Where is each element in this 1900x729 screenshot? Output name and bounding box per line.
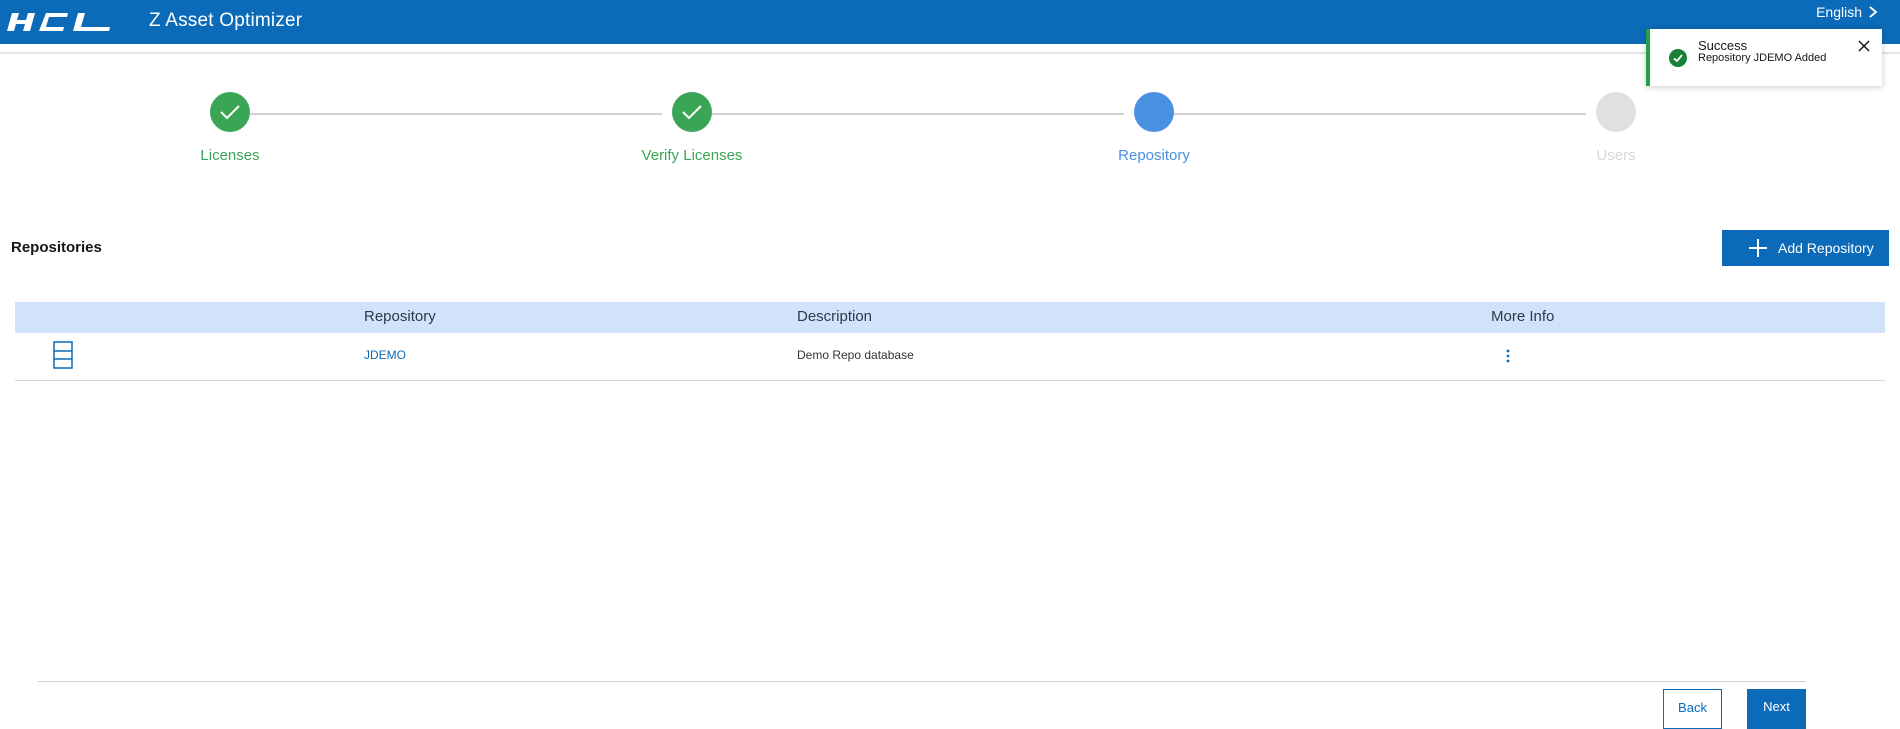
progress-stepper: Licenses Verify Licenses Repository User… xyxy=(0,92,1900,172)
footer-divider xyxy=(38,681,1806,682)
table-header: Repository Description More Info xyxy=(15,302,1885,333)
repository-link[interactable]: JDEMO xyxy=(364,348,406,362)
step-circle xyxy=(672,92,712,132)
column-header-repository[interactable]: Repository xyxy=(364,308,436,325)
repositories-table: Repository Description More Info JDEMO D… xyxy=(15,302,1885,381)
step-verify-licenses[interactable]: Verify Licenses xyxy=(592,92,792,164)
success-toast: Success Repository JDEMO Added xyxy=(1646,29,1882,86)
check-circle-icon xyxy=(1669,49,1687,67)
check-icon xyxy=(220,105,240,120)
add-repository-label: Add Repository xyxy=(1778,240,1874,256)
language-label: English xyxy=(1816,4,1862,20)
language-selector[interactable]: English xyxy=(1816,4,1878,20)
column-header-more-info: More Info xyxy=(1491,308,1555,325)
hcl-logo xyxy=(7,13,110,31)
repository-description: Demo Repo database xyxy=(797,348,914,362)
step-circle xyxy=(210,92,250,132)
check-icon xyxy=(682,105,702,120)
database-icon xyxy=(53,341,73,369)
step-users[interactable]: Users xyxy=(1516,92,1716,164)
header-divider xyxy=(0,52,1900,54)
chevron-right-icon xyxy=(1869,6,1878,18)
step-label: Licenses xyxy=(200,147,260,164)
next-button[interactable]: Next xyxy=(1747,689,1806,729)
step-licenses[interactable]: Licenses xyxy=(130,92,330,164)
step-repository[interactable]: Repository xyxy=(1054,92,1254,164)
add-repository-button[interactable]: Add Repository xyxy=(1722,230,1889,266)
kebab-menu-icon[interactable] xyxy=(1501,348,1515,364)
step-label: Users xyxy=(1596,147,1636,164)
back-button[interactable]: Back xyxy=(1663,689,1722,729)
top-bar: Z Asset Optimizer English xyxy=(0,0,1900,44)
plus-icon xyxy=(1749,239,1767,257)
app-title: Z Asset Optimizer xyxy=(149,10,303,31)
step-label: Repository xyxy=(1118,147,1190,164)
close-icon[interactable] xyxy=(1856,38,1872,54)
step-label: Verify Licenses xyxy=(641,147,743,164)
step-circle xyxy=(1134,92,1174,132)
column-header-description[interactable]: Description xyxy=(797,308,872,325)
toast-message: Repository JDEMO Added xyxy=(1698,52,1827,64)
step-circle xyxy=(1596,92,1636,132)
toast-title: Success xyxy=(1698,38,1748,53)
table-row[interactable]: JDEMO Demo Repo database xyxy=(15,333,1885,381)
section-title: Repositories xyxy=(11,239,102,256)
